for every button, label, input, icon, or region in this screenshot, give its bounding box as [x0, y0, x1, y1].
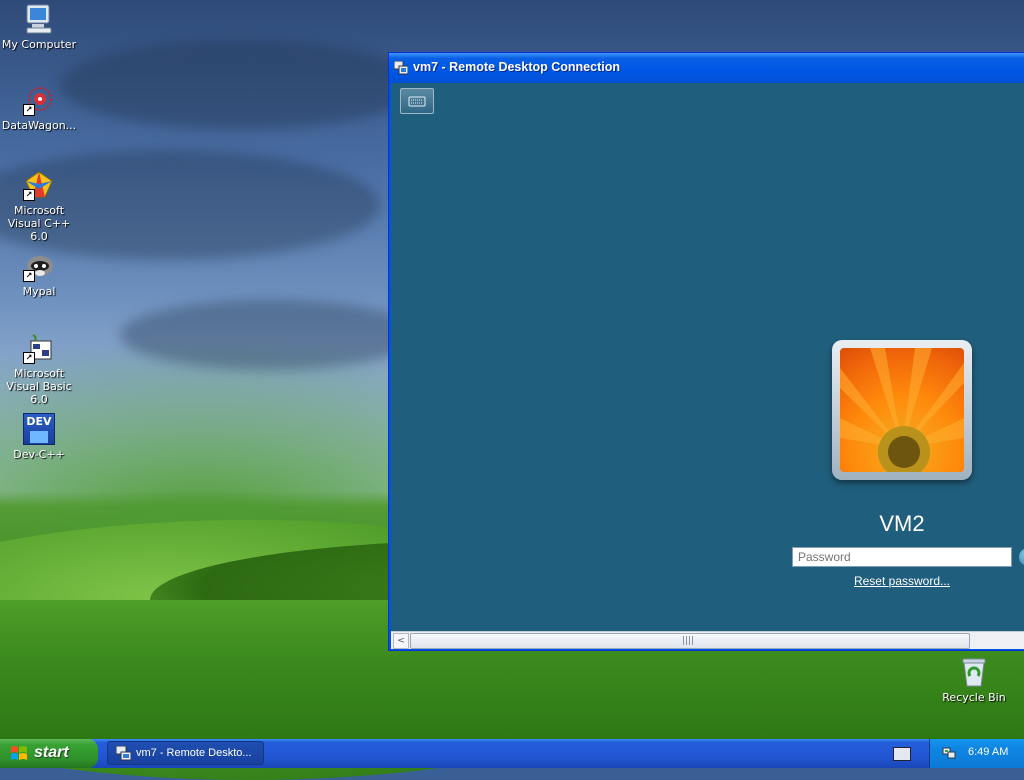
on-screen-keyboard-button[interactable]	[400, 88, 434, 114]
keyboard-icon	[408, 96, 426, 107]
remote-desktop-window[interactable]: vm7 - Remote Desktop Connection VM2 Pass…	[388, 52, 1024, 651]
clock[interactable]: 6:49 AM	[968, 746, 1008, 758]
desktop-icon-label: Dev-C++	[13, 448, 65, 461]
dev-cpp-icon: DEV	[23, 413, 55, 445]
shortcut-arrow-icon: ↗	[23, 189, 35, 201]
my-computer-icon	[23, 3, 55, 35]
desktop-icon-visual-cpp[interactable]: ↗ Microsoft Visual C++ 6.0	[0, 169, 78, 243]
desktop-icon-label: DataWagon...	[1, 119, 77, 132]
windows-flag-icon	[11, 746, 27, 760]
shortcut-arrow-icon: ↗	[23, 270, 35, 282]
dev-icon-text: DEV	[26, 415, 52, 428]
remote-desktop-app-icon	[393, 60, 409, 75]
desktop-icon-visual-basic[interactable]: ↗ Microsoft Visual Basic 6.0	[0, 332, 78, 406]
shortcut-arrow-icon: ↗	[23, 104, 35, 116]
system-tray: 6:49 AM	[929, 739, 1024, 768]
keyboard-layout-icon[interactable]	[893, 747, 911, 761]
desktop-icon-my-computer[interactable]: My Computer	[0, 3, 78, 51]
desktop-icon-label: Microsoft Visual C++ 6.0	[7, 204, 71, 243]
taskbar-item-label: vm7 - Remote Deskto...	[136, 747, 252, 759]
taskbar: start vm7 - Remote Deskto... 6:49 AM	[0, 739, 1024, 768]
password-input[interactable]	[792, 547, 1012, 567]
scroll-left-arrow-icon[interactable]: <	[393, 633, 409, 649]
desktop-icon-label: My Computer	[1, 38, 77, 51]
visual-basic-icon: ↗	[23, 332, 55, 364]
window-title: vm7 - Remote Desktop Connection	[413, 60, 620, 74]
user-avatar-frame	[832, 340, 972, 480]
desktop-icon-label: Recycle Bin	[942, 691, 1006, 704]
datawagon-icon: ↗	[23, 84, 55, 116]
taskbar-item-remote-desktop[interactable]: vm7 - Remote Deskto...	[107, 741, 264, 765]
visual-cpp-icon: ↗	[23, 169, 55, 201]
scrollbar-grip-icon	[683, 636, 693, 645]
window-title-bar[interactable]: vm7 - Remote Desktop Connection	[389, 53, 1024, 83]
desktop-icon-datawagon[interactable]: ↗ DataWagon...	[0, 84, 78, 132]
mypal-raccoon-icon: ↗	[23, 250, 55, 282]
start-button[interactable]: start	[0, 739, 98, 768]
horizontal-scrollbar[interactable]: <	[391, 631, 1024, 649]
reset-password-link[interactable]: Reset password...	[832, 574, 972, 588]
scrollbar-thumb[interactable]	[410, 633, 970, 649]
desktop-icon-recycle-bin[interactable]: Recycle Bin	[935, 656, 1013, 704]
desktop-icon-label: Microsoft Visual Basic 6.0	[6, 367, 72, 406]
user-avatar-flower	[840, 348, 964, 472]
remote-desktop-task-icon	[116, 746, 131, 761]
submit-arrow-button[interactable]	[1019, 548, 1024, 566]
login-username: VM2	[879, 511, 925, 536]
desktop-icon-label: Mypal	[22, 285, 56, 298]
desktop-icon-mypal[interactable]: ↗ Mypal	[0, 250, 78, 298]
network-icon[interactable]	[942, 746, 956, 760]
remote-session-screen[interactable]: VM2 Reset password...	[391, 83, 1024, 631]
desktop-icon-dev-cpp[interactable]: DEV Dev-C++	[0, 413, 78, 461]
shortcut-arrow-icon: ↗	[23, 352, 35, 364]
start-label: start	[34, 744, 69, 761]
recycle-bin-icon	[958, 656, 990, 688]
